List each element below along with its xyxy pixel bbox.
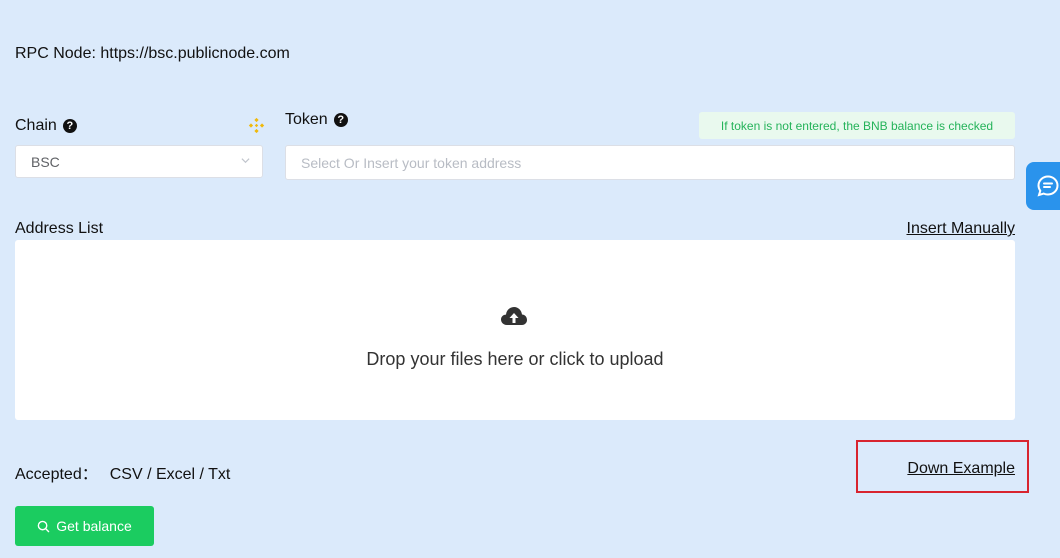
accepted-types: CSV / Excel / Txt: [109, 466, 231, 483]
chain-label-text: Chain: [15, 117, 57, 134]
token-label: Token ?: [285, 111, 348, 129]
upload-instruction-text: Drop your files here or click to upload: [366, 349, 664, 369]
token-address-input[interactable]: [285, 145, 1015, 180]
chain-select[interactable]: BSC: [15, 145, 263, 178]
address-list-label: Address List: [15, 220, 104, 237]
chat-support-button[interactable]: [1026, 162, 1060, 210]
insert-manually-link[interactable]: Insert Manually: [907, 220, 1016, 238]
help-icon[interactable]: ?: [333, 113, 348, 127]
accepted-formats: Accepted： CSV / Excel / Txt: [15, 460, 230, 484]
chain-label: Chain ?: [15, 117, 77, 135]
get-balance-button[interactable]: Get balance: [15, 506, 154, 546]
token-label-text: Token: [285, 111, 328, 128]
search-icon: [37, 520, 50, 532]
chevron-down-icon: [241, 158, 250, 164]
bnb-icon: [248, 117, 265, 134]
down-example-link[interactable]: Down Example: [907, 460, 1015, 478]
chat-icon: [1037, 175, 1059, 197]
get-balance-label: Get balance: [56, 518, 132, 534]
rpc-node-label: RPC Node: https://bsc.publicnode.com: [15, 45, 290, 62]
cloud-upload-icon: [501, 307, 527, 325]
help-icon[interactable]: ?: [62, 119, 77, 133]
chain-select-value: BSC: [31, 153, 60, 170]
accepted-label: Accepted：: [15, 466, 98, 483]
token-hint-badge: If token is not entered, the BNB balance…: [699, 112, 1015, 139]
file-upload-dropzone[interactable]: [15, 240, 1015, 420]
